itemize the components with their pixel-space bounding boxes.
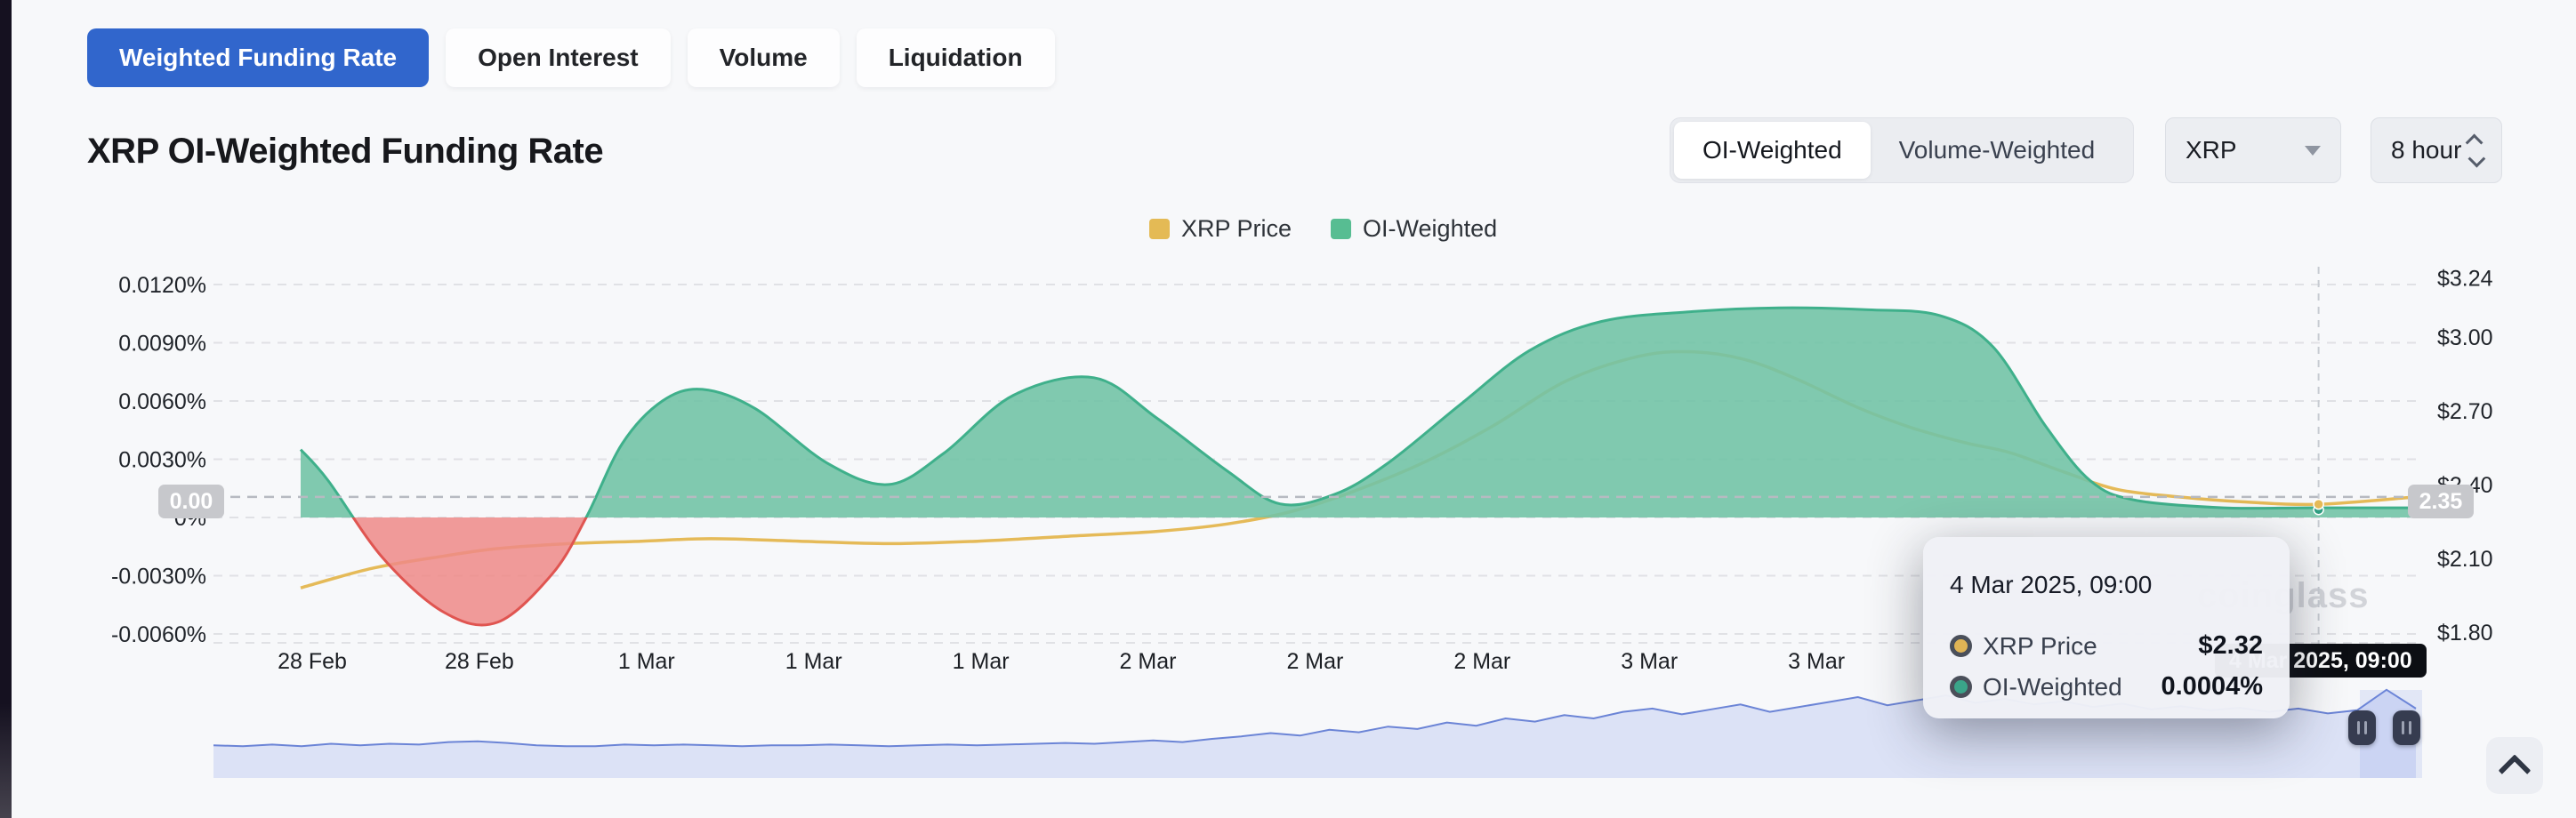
x-axis-label: 3 Mar <box>1788 649 1845 674</box>
left-axis-label: 0.0120% <box>118 273 206 298</box>
scroll-top-button[interactable] <box>2486 737 2543 794</box>
right-axis-label: $2.10 <box>2437 547 2493 572</box>
xrp-price-marker <box>2313 498 2324 510</box>
tooltip-row-xrp-price: XRP Price $2.32 <box>1950 630 2263 662</box>
x-axis-label: 3 Mar <box>1621 649 1678 674</box>
x-axis-label: 1 Mar <box>618 649 675 674</box>
chart-tooltip: 4 Mar 2025, 09:00 XRP Price $2.32 OI-Wei… <box>1923 537 2290 718</box>
left-axis-label: 0.0060% <box>118 389 206 414</box>
page: Weighted Funding Rate Open Interest Volu… <box>0 0 2576 818</box>
tooltip-row-oi-weighted: OI-Weighted 0.0004% <box>1950 670 2263 703</box>
right-axis-label: $3.24 <box>2437 267 2493 292</box>
tooltip-row-value: 0.0004% <box>2161 672 2264 701</box>
x-axis-label: 28 Feb <box>445 649 514 674</box>
left-axis-crosshair-badge: 0.00 <box>158 485 224 518</box>
series-marker-icon <box>1950 635 1972 657</box>
x-axis-label: 1 Mar <box>785 649 842 674</box>
grip-icon <box>2402 721 2404 734</box>
series-marker-icon <box>1950 676 1972 698</box>
tooltip-row-label: OI-Weighted <box>1983 672 2122 701</box>
x-axis-label: 2 Mar <box>1286 649 1343 674</box>
navigator-handle-left[interactable] <box>2348 710 2376 745</box>
x-axis-label: 2 Mar <box>1120 649 1177 674</box>
left-axis-label: 0.0090% <box>118 332 206 357</box>
tooltip-row-label: XRP Price <box>1983 631 2097 660</box>
grip-icon <box>2364 721 2367 734</box>
chevron-up-icon <box>2498 754 2532 788</box>
right-axis-label: $2.70 <box>2437 399 2493 424</box>
left-axis-label: -0.0030% <box>111 565 206 589</box>
navigator-handle-right[interactable] <box>2393 710 2420 745</box>
x-axis-label: 28 Feb <box>278 649 347 674</box>
x-axis-label: 1 Mar <box>953 649 1010 674</box>
right-axis-label: $3.00 <box>2437 325 2493 350</box>
right-axis-crosshair-badge: 2.35 <box>2408 485 2474 518</box>
x-axis-label: 2 Mar <box>1453 649 1510 674</box>
tooltip-row-value: $2.32 <box>2198 631 2263 660</box>
left-axis-label: 0.0030% <box>118 448 206 473</box>
left-axis-label: -0.0060% <box>111 622 206 647</box>
grip-icon <box>2357 721 2360 734</box>
tooltip-title: 4 Mar 2025, 09:00 <box>1950 571 2153 598</box>
right-axis-label: $1.80 <box>2437 621 2493 646</box>
grip-icon <box>2409 721 2411 734</box>
tooltip-rows: XRP Price $2.32 OI-Weighted 0.0004% <box>1950 630 2263 703</box>
